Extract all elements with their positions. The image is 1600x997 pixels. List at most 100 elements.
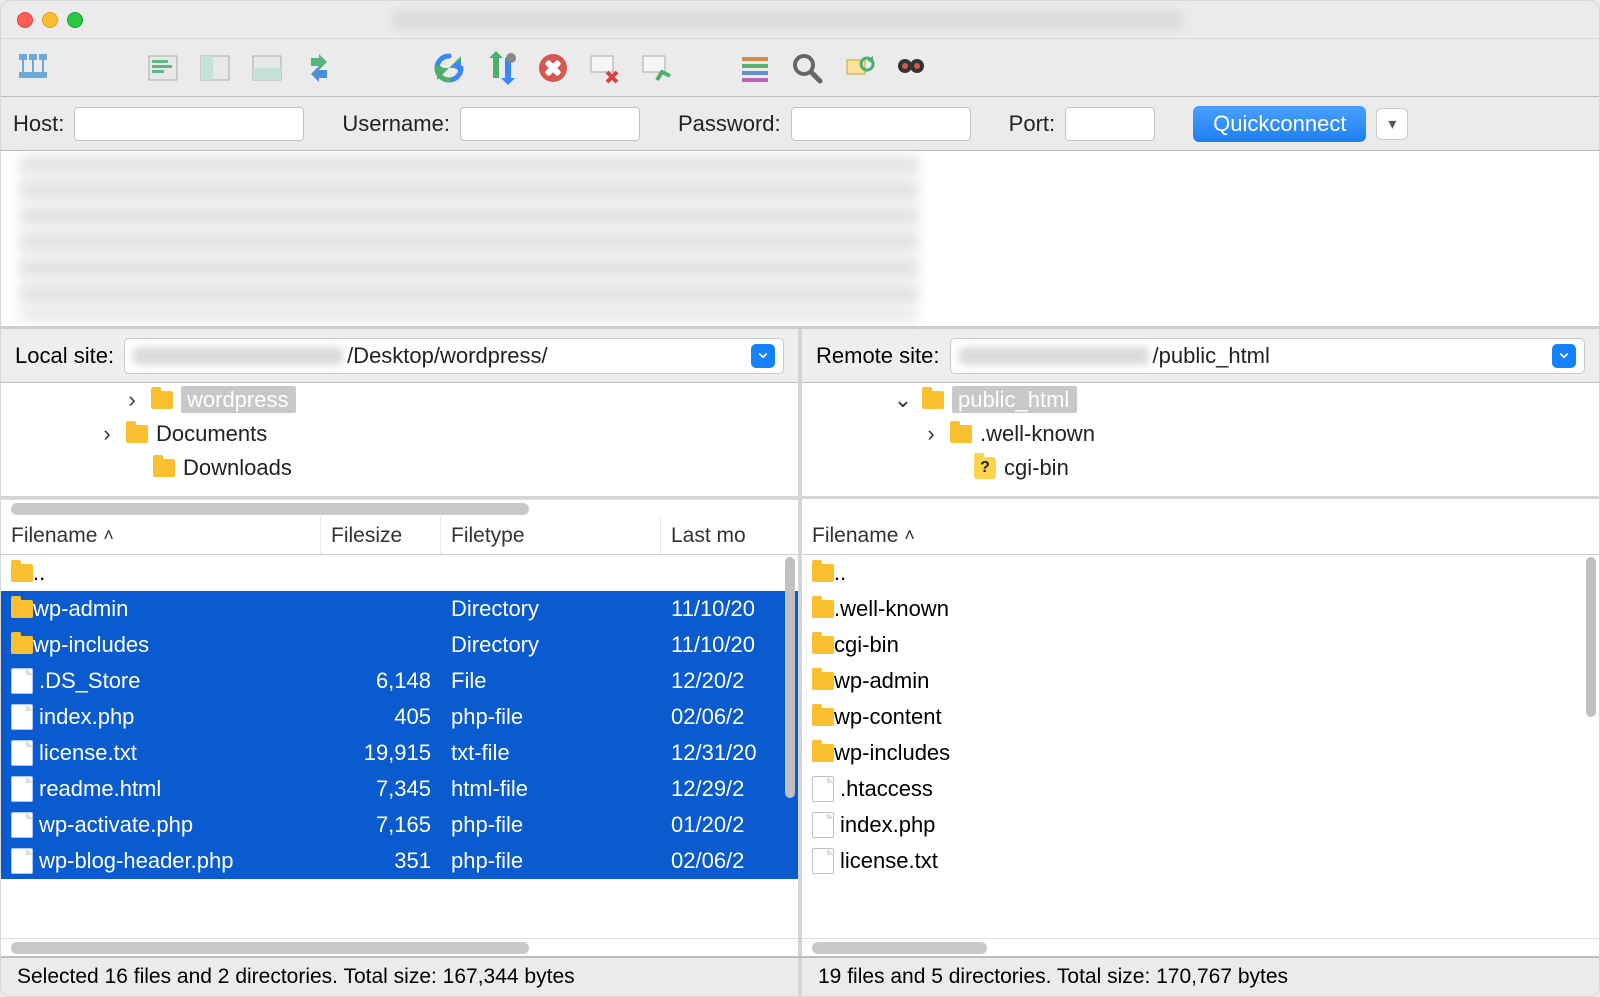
- compare-icon[interactable]: [837, 48, 881, 88]
- disclosure-arrow-icon[interactable]: ›: [96, 421, 118, 447]
- local-path-blurred: [133, 347, 343, 365]
- folder-icon: [812, 708, 834, 726]
- file-row[interactable]: .htaccess: [802, 771, 1599, 807]
- username-input[interactable]: [460, 107, 640, 141]
- file-icon: [812, 776, 834, 802]
- file-row[interactable]: cgi-bin: [802, 627, 1599, 663]
- file-icon: [11, 776, 33, 802]
- file-row[interactable]: .well-known: [802, 591, 1599, 627]
- file-row[interactable]: ..: [802, 555, 1599, 591]
- window-title-blurred: [392, 11, 1183, 29]
- file-row[interactable]: ..: [1, 555, 798, 591]
- toggle-tree-icon[interactable]: [193, 48, 237, 88]
- remote-file-list[interactable]: .. .well-known cgi-bin wp-admin wp-conte…: [802, 555, 1599, 938]
- local-tree[interactable]: › wordpress › Documents Downloads: [1, 383, 798, 499]
- sync-browse-icon[interactable]: [297, 48, 341, 88]
- col-filename: Filename˄: [1, 517, 321, 554]
- folder-icon: [950, 425, 972, 443]
- file-row[interactable]: license.txt: [802, 843, 1599, 879]
- cancel-icon[interactable]: [531, 48, 575, 88]
- disclosure-arrow-icon[interactable]: ⌄: [892, 387, 914, 413]
- col-filename: Filename˄: [802, 517, 1599, 554]
- file-row[interactable]: index.php: [802, 807, 1599, 843]
- password-input[interactable]: [791, 107, 971, 141]
- window-close-button[interactable]: [17, 12, 33, 28]
- col-lastmod: Last mo: [661, 517, 798, 554]
- file-icon: [11, 668, 33, 694]
- toggle-queue-icon[interactable]: [245, 48, 289, 88]
- file-icon: [11, 704, 33, 730]
- host-input[interactable]: [74, 107, 304, 141]
- file-icon: [812, 848, 834, 874]
- file-row[interactable]: wp-activate.php 7,165 php-file 01/20/2: [1, 807, 798, 843]
- window-maximize-button[interactable]: [67, 12, 83, 28]
- folder-icon: [812, 600, 834, 618]
- remote-list-header[interactable]: Filename˄: [802, 517, 1599, 555]
- quickconnect-button[interactable]: Quickconnect: [1193, 106, 1366, 142]
- file-row[interactable]: wp-admin Directory 11/10/20: [1, 591, 798, 627]
- password-label: Password:: [678, 111, 781, 137]
- host-label: Host:: [13, 111, 64, 137]
- disclosure-arrow-icon[interactable]: ›: [121, 387, 143, 413]
- local-file-list[interactable]: .. wp-admin Directory 11/10/20 wp-includ…: [1, 555, 798, 938]
- main-toolbar: [1, 39, 1599, 97]
- remote-list-hscrollbar[interactable]: [802, 938, 1599, 956]
- folder-icon: [812, 564, 834, 582]
- site-manager-icon[interactable]: [11, 48, 55, 88]
- folder-icon: [153, 459, 175, 477]
- filter-icon[interactable]: [733, 48, 777, 88]
- file-icon: [11, 848, 33, 874]
- local-site-label: Local site:: [15, 343, 114, 369]
- tree-item[interactable]: › Documents: [1, 417, 798, 451]
- tree-item[interactable]: Downloads: [1, 451, 798, 485]
- local-tree-scrollbar[interactable]: [1, 499, 798, 517]
- unknown-folder-icon: [974, 457, 996, 479]
- refresh-icon[interactable]: [427, 48, 471, 88]
- folder-icon: [812, 636, 834, 654]
- tree-item[interactable]: › wordpress: [1, 383, 798, 417]
- process-queue-icon[interactable]: [479, 48, 523, 88]
- reconnect-icon[interactable]: [635, 48, 679, 88]
- disclosure-arrow-icon[interactable]: ›: [920, 421, 942, 447]
- file-row[interactable]: license.txt 19,915 txt-file 12/31/20: [1, 735, 798, 771]
- disconnect-icon[interactable]: [583, 48, 627, 88]
- tree-item[interactable]: cgi-bin: [802, 451, 1599, 485]
- dropdown-chevron-icon[interactable]: [751, 344, 775, 368]
- folder-icon: [11, 636, 33, 654]
- local-list-header[interactable]: Filename˄ Filesize Filetype Last mo: [1, 517, 798, 555]
- local-list-hscrollbar[interactable]: [1, 938, 798, 956]
- tree-item[interactable]: › .well-known: [802, 417, 1599, 451]
- dropdown-chevron-icon[interactable]: [1552, 344, 1576, 368]
- message-log[interactable]: [1, 151, 1599, 329]
- remote-status-bar: 19 files and 5 directories. Total size: …: [801, 958, 1599, 996]
- file-row[interactable]: wp-includes Directory 11/10/20: [1, 627, 798, 663]
- file-row[interactable]: wp-blog-header.php 351 php-file 02/06/2: [1, 843, 798, 879]
- quickconnect-bar: Host: Username: Password: Port: Quickcon…: [1, 97, 1599, 151]
- file-icon: [812, 812, 834, 838]
- local-status-bar: Selected 16 files and 2 directories. Tot…: [1, 958, 801, 996]
- file-row[interactable]: .DS_Store 6,148 File 12/20/2: [1, 663, 798, 699]
- remote-list-vscrollbar[interactable]: [1586, 557, 1596, 717]
- folder-icon: [812, 672, 834, 690]
- local-path-field[interactable]: /Desktop/wordpress/: [124, 338, 784, 374]
- toggle-log-icon[interactable]: [141, 48, 185, 88]
- search-icon[interactable]: [785, 48, 829, 88]
- remote-path-visible: /public_html: [1153, 343, 1270, 369]
- file-row[interactable]: wp-admin: [802, 663, 1599, 699]
- port-input[interactable]: [1065, 107, 1155, 141]
- tree-item[interactable]: ⌄ public_html: [802, 383, 1599, 417]
- remote-tree[interactable]: ⌄ public_html › .well-known cgi-bin: [802, 383, 1599, 499]
- local-list-vscrollbar[interactable]: [785, 557, 795, 798]
- file-row[interactable]: wp-includes: [802, 735, 1599, 771]
- username-label: Username:: [342, 111, 450, 137]
- remote-site-label: Remote site:: [816, 343, 940, 369]
- window-minimize-button[interactable]: [42, 12, 58, 28]
- file-row[interactable]: readme.html 7,345 html-file 12/29/2: [1, 771, 798, 807]
- folder-icon: [922, 391, 944, 409]
- quickconnect-history-dropdown[interactable]: ▾: [1376, 108, 1408, 140]
- folder-icon: [151, 391, 173, 409]
- remote-path-field[interactable]: /public_html: [950, 338, 1586, 374]
- file-row[interactable]: index.php 405 php-file 02/06/2: [1, 699, 798, 735]
- file-row[interactable]: wp-content: [802, 699, 1599, 735]
- find-icon[interactable]: [889, 48, 933, 88]
